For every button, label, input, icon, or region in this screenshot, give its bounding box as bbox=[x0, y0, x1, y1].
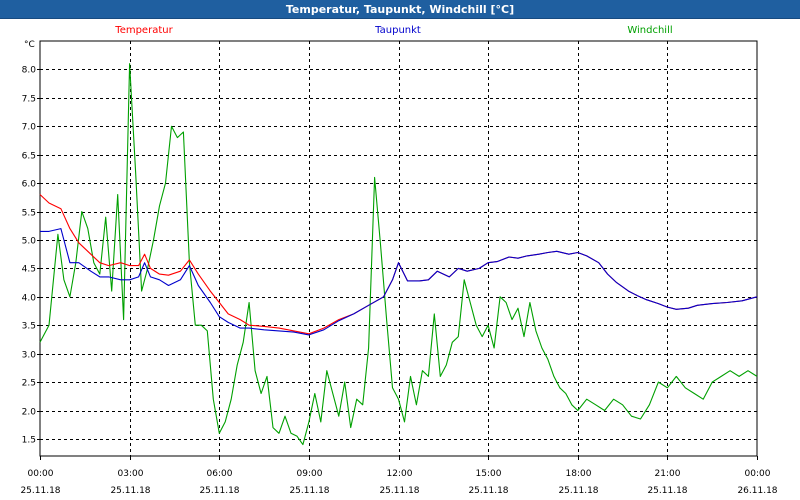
x-tick-time-label: 21:00 bbox=[655, 469, 681, 479]
x-tick-date-label: 26.11.18 bbox=[737, 486, 777, 496]
x-tick-date-label: 25.11.18 bbox=[199, 486, 239, 496]
y-tick-label: 5.0 bbox=[22, 237, 37, 247]
y-tick-label: 4.5 bbox=[22, 265, 36, 275]
y-tick-label: 3.0 bbox=[22, 351, 37, 361]
x-tick-time-label: 06:00 bbox=[207, 469, 233, 479]
x-tick-time-label: 15:00 bbox=[476, 469, 502, 479]
y-tick-label: 4.0 bbox=[22, 294, 37, 304]
x-tick-time-label: 00:00 bbox=[28, 469, 54, 479]
y-tick-label: 3.5 bbox=[22, 322, 36, 332]
x-tick-date-label: 25.11.18 bbox=[289, 486, 329, 496]
y-tick-label: 6.0 bbox=[22, 180, 37, 190]
x-tick-date-label: 25.11.18 bbox=[468, 486, 508, 496]
x-tick-time-label: 12:00 bbox=[387, 469, 413, 479]
x-tick-date-label: 25.11.18 bbox=[110, 486, 150, 496]
x-tick-time-label: 03:00 bbox=[118, 469, 144, 479]
x-tick-date-label: 25.11.18 bbox=[647, 486, 687, 496]
y-axis-label: °C bbox=[24, 40, 35, 50]
y-tick-label: 8.0 bbox=[22, 66, 37, 76]
line-chart: 1.5 2.0 2.5 3.0 3.5 4.0 4.5 5.0 5.5 6.0 6.5 7.0 7.5 8… bbox=[20, 25, 777, 496]
y-tick-label: 2.5 bbox=[22, 379, 36, 389]
legend-windchill: Windchill bbox=[627, 25, 672, 36]
x-tick-date-label: 25.11.18 bbox=[558, 486, 598, 496]
y-tick-label: 7.0 bbox=[22, 123, 37, 133]
legend-taupunkt: Taupunkt bbox=[374, 25, 421, 36]
x-tick-time-label: 00:00 bbox=[745, 469, 771, 479]
legend-temperatur: Temperatur bbox=[114, 25, 173, 36]
window-title-bar: Temperatur, Taupunkt, Windchill [°C] bbox=[0, 0, 800, 19]
x-tick-time-label: 09:00 bbox=[297, 469, 323, 479]
y-tick-label: 2.0 bbox=[22, 408, 37, 418]
x-tick-date-label: 25.11.18 bbox=[379, 486, 419, 496]
window-title: Temperatur, Taupunkt, Windchill [°C] bbox=[285, 2, 515, 16]
y-tick-label: 6.5 bbox=[22, 152, 36, 162]
y-tick-label: 7.5 bbox=[22, 95, 36, 105]
x-tick-date-label: 25.11.18 bbox=[20, 486, 60, 496]
y-tick-label: 5.5 bbox=[22, 209, 36, 219]
y-tick-label: 1.5 bbox=[22, 436, 36, 446]
plot-area bbox=[39, 40, 758, 457]
x-tick-time-label: 18:00 bbox=[566, 469, 592, 479]
